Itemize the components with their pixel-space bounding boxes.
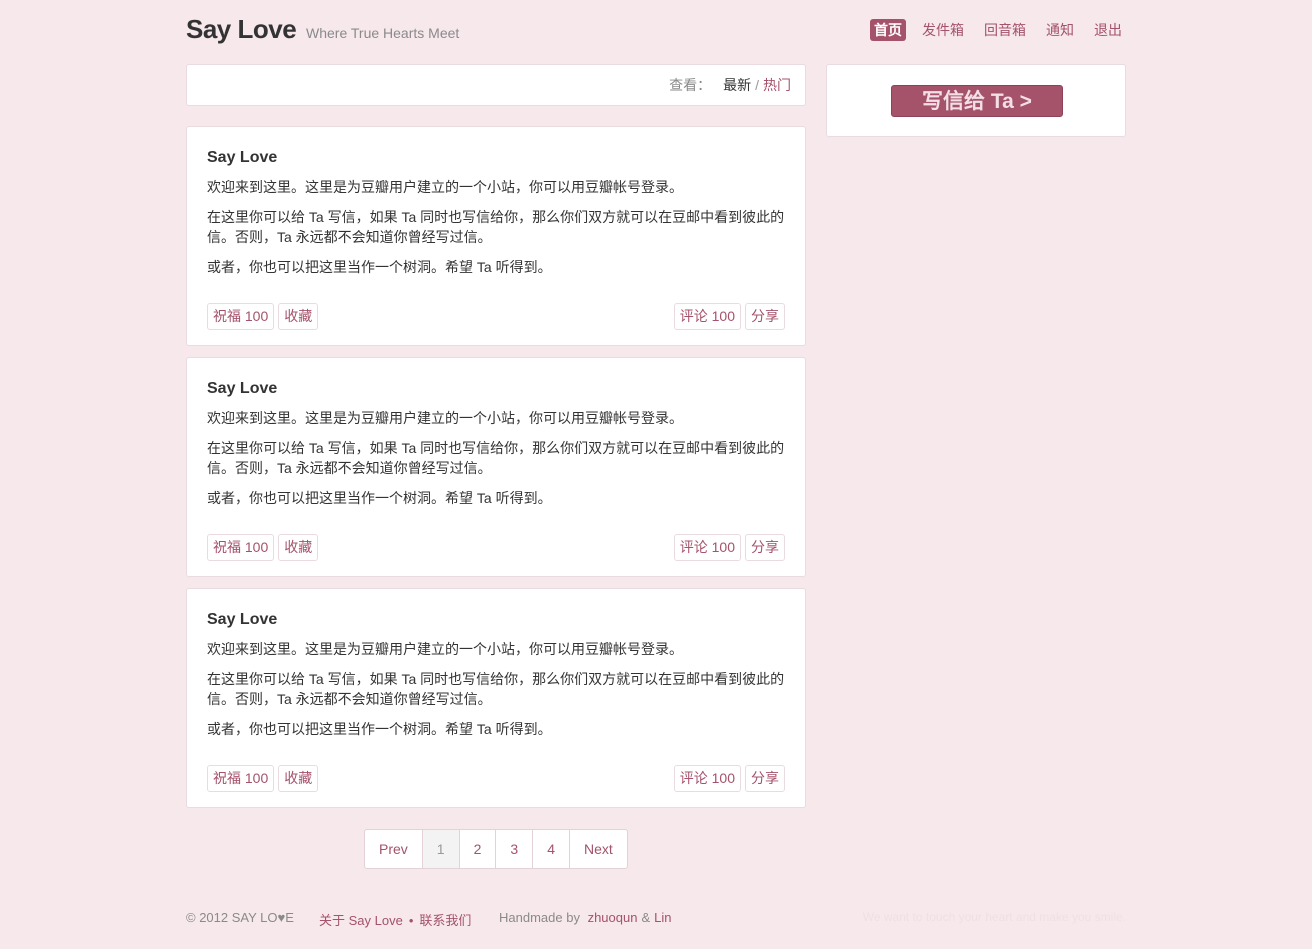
footer-dot: • [408, 913, 414, 928]
post-actions: 祝福 100 收藏 评论 100 分享 [207, 765, 785, 792]
footer-slogan: We want to touch your heart and make you… [862, 910, 1126, 924]
pagination-page-3[interactable]: 3 [495, 830, 532, 868]
nav-echo-box[interactable]: 回音箱 [980, 19, 1030, 41]
site-title[interactable]: Say Love [186, 14, 297, 45]
post-actions: 祝福 100 收藏 评论 100 分享 [207, 534, 785, 561]
bless-button[interactable]: 祝福 100 [207, 303, 275, 330]
nav-logout[interactable]: 退出 [1090, 19, 1126, 41]
pagination: Prev 1 2 3 4 Next [364, 829, 628, 869]
share-button[interactable]: 分享 [745, 534, 785, 561]
comment-button[interactable]: 评论 100 [673, 534, 741, 561]
collect-button[interactable]: 收藏 [278, 534, 319, 561]
pagination-page-1[interactable]: 1 [421, 830, 459, 868]
post-paragraph: 欢迎来到这里。这里是为豆瓣用户建立的一个小站，你可以用豆瓣帐号登录。 [207, 410, 683, 426]
post-paragraph: 在这里你可以给 Ta 写信，如果 Ta 同时也写信给你，那么你们双方就可以在豆邮… [207, 671, 785, 707]
comment-button[interactable]: 评论 100 [673, 765, 741, 792]
pagination-page-2[interactable]: 2 [458, 830, 496, 868]
nav-notifications[interactable]: 通知 [1042, 19, 1078, 41]
post-title: Say Love [207, 380, 278, 397]
footer-copyright: © 2012 SAY LO♥E [186, 910, 294, 925]
post-paragraph: 在这里你可以给 Ta 写信，如果 Ta 同时也写信给你，那么你们双方就可以在豆邮… [207, 440, 785, 476]
footer-links: 关于 Say Love • 联系我们 [319, 910, 471, 929]
post-paragraph: 或者，你也可以把这里当作一个树洞。希望 Ta 听得到。 [207, 490, 552, 506]
footer-author-zhuoqun[interactable]: zhuoqun [588, 910, 638, 925]
post-paragraph: 欢迎来到这里。这里是为豆瓣用户建立的一个小站，你可以用豆瓣帐号登录。 [207, 179, 683, 195]
bless-button[interactable]: 祝福 100 [207, 534, 275, 561]
collect-button[interactable]: 收藏 [278, 303, 319, 330]
footer: © 2012 SAY LO♥E 关于 Say Love • 联系我们 Handmad… [186, 910, 1126, 928]
nav-home[interactable]: 首页 [870, 19, 906, 41]
nav-outbox[interactable]: 发件箱 [918, 19, 968, 41]
pagination-page-4[interactable]: 4 [532, 830, 569, 868]
site-tagline: Where True Hearts Meet [306, 25, 460, 41]
filter-separator: / [755, 77, 759, 93]
post-title: Say Love [207, 611, 278, 628]
pagination-prev[interactable]: Prev [365, 830, 422, 868]
filter-label: 查看： [669, 77, 712, 93]
bless-button[interactable]: 祝福 100 [207, 765, 275, 792]
post-actions: 祝福 100 收藏 评论 100 分享 [207, 303, 785, 330]
comment-button[interactable]: 评论 100 [673, 303, 741, 330]
footer-amp: & [641, 910, 651, 925]
post-title: Say Love [207, 149, 278, 166]
footer-contact-link[interactable]: 联系我们 [419, 913, 471, 928]
filter-hot[interactable]: 热门 [763, 75, 791, 95]
post-card: Say Love 欢迎来到这里。这里是为豆瓣用户建立的一个小站，你可以用豆瓣帐号… [186, 126, 806, 346]
sidebar-box: 写信给 Ta > [826, 64, 1126, 137]
share-button[interactable]: 分享 [745, 303, 785, 330]
filter-bar: 查看： 最新 / 热门 [186, 64, 806, 106]
collect-button[interactable]: 收藏 [278, 765, 319, 792]
filter-latest[interactable]: 最新 [723, 75, 751, 95]
post-card: Say Love 欢迎来到这里。这里是为豆瓣用户建立的一个小站，你可以用豆瓣帐号… [186, 357, 806, 577]
footer-about-link[interactable]: 关于 Say Love [319, 913, 403, 928]
footer-credits: Handmade by zhuoqun & Lin [499, 910, 676, 925]
footer-handmade-label: Handmade by [499, 910, 580, 925]
post-paragraph: 或者，你也可以把这里当作一个树洞。希望 Ta 听得到。 [207, 721, 552, 737]
pagination-next[interactable]: Next [568, 830, 627, 868]
top-nav: 首页 发件箱 回音箱 通知 退出 [870, 19, 1126, 41]
post-paragraph: 或者，你也可以把这里当作一个树洞。希望 Ta 听得到。 [207, 259, 552, 275]
write-letter-button[interactable]: 写信给 Ta > [891, 85, 1063, 117]
share-button[interactable]: 分享 [745, 765, 785, 792]
post-paragraph: 欢迎来到这里。这里是为豆瓣用户建立的一个小站，你可以用豆瓣帐号登录。 [207, 641, 683, 657]
post-paragraph: 在这里你可以给 Ta 写信，如果 Ta 同时也写信给你，那么你们双方就可以在豆邮… [207, 209, 785, 245]
post-card: Say Love 欢迎来到这里。这里是为豆瓣用户建立的一个小站，你可以用豆瓣帐号… [186, 588, 806, 808]
footer-author-lin[interactable]: Lin [654, 910, 671, 925]
